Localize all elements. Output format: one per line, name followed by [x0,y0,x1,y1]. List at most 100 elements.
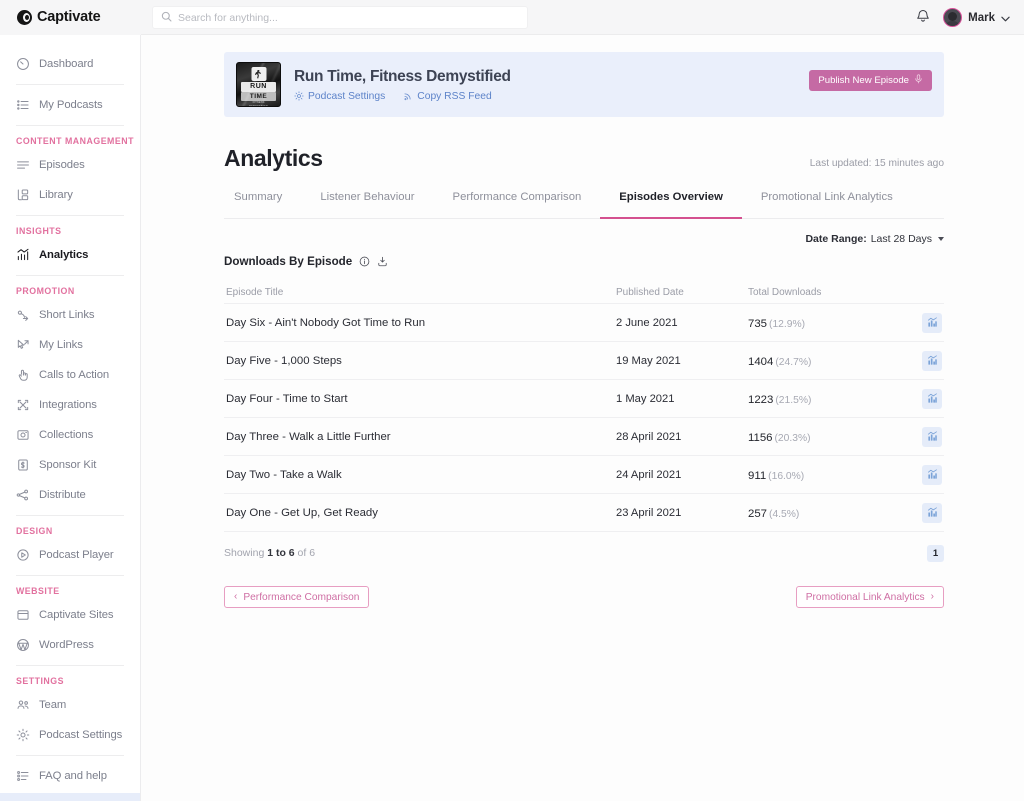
sidebar-item-faq-and-help[interactable]: FAQ and help [0,763,140,788]
tab-episodes-overview[interactable]: Episodes Overview [600,191,742,218]
copy-rss-feed-link[interactable]: Copy RSS Feed [403,91,491,102]
column-header-published-date: Published Date [616,287,748,298]
play-circle-icon [16,548,30,562]
podcast-settings-link[interactable]: Podcast Settings [294,91,385,102]
gear-icon [16,728,30,742]
search-input[interactable]: Search for anything... [152,6,528,29]
integrations-icon [16,398,30,412]
info-icon[interactable] [359,256,370,267]
downloads-count: 1156 [748,432,773,444]
download-export-icon[interactable] [377,256,388,267]
sidebar-item-growth-labs[interactable]: Growth Labs [0,793,140,801]
sidebar-item-dashboard[interactable]: Dashboard [0,51,140,76]
top-bar: Captivate Search for anything... Mark [0,0,1024,35]
bar-chart-icon [16,248,30,262]
downloads-by-episode-table: Episode Title Published Date Total Downl… [224,282,944,570]
sidebar-item-sponsor-kit[interactable]: Sponsor Kit [0,452,140,477]
faq-list-icon [16,769,30,783]
bar-chart-icon [927,431,938,442]
table-row: Day Five - 1,000 Steps19 May 20211404(24… [224,342,944,380]
podcast-title: Run Time, Fitness Demystified [294,68,511,86]
sidebar-item-podcast-player[interactable]: Podcast Player [0,542,140,567]
sidebar-divider [16,575,124,576]
view-episode-chart-button[interactable] [922,503,942,523]
sidebar-item-calls-to-action[interactable]: Calls to Action [0,362,140,387]
chevron-down-icon [938,237,944,241]
downloads-count: 257 [748,508,767,520]
search-placeholder: Search for anything... [178,12,278,24]
downloads-percent: (12.9%) [769,319,805,330]
sidebar-item-distribute[interactable]: Distribute [0,482,140,507]
table-row: Day One - Get Up, Get Ready23 April 2021… [224,494,944,532]
sidebar-item-wordpress[interactable]: WordPress [0,632,140,657]
sidebar-divider [16,755,124,756]
sidebar-item-team[interactable]: Team [0,692,140,717]
sidebar-divider [16,515,124,516]
column-header-total-downloads: Total Downloads [748,287,908,298]
sidebar-item-label: Integrations [39,399,97,411]
chevron-left-icon: ‹ [234,592,237,602]
view-episode-chart-button[interactable] [922,427,942,447]
sidebar-item-library[interactable]: Library [0,182,140,207]
view-episode-chart-button[interactable] [922,465,942,485]
sidebar: DashboardMy PodcastsCONTENT MANAGEMENTEp… [0,35,141,801]
notifications-bell-icon[interactable] [916,8,930,28]
total-downloads-cell: 1223(21.5%) [748,390,908,408]
sidebar-item-label: Analytics [39,249,88,261]
podcast-banner: RUN TIME FITNESS DEMYSTIFIED Run Time, F… [224,52,944,117]
sidebar-item-label: WordPress [39,639,94,651]
page-header: Analytics Last updated: 15 minutes ago [224,145,944,172]
view-episode-chart-button[interactable] [922,313,942,333]
top-bar-right: Mark [916,0,1010,35]
published-date: 28 April 2021 [616,431,748,443]
sidebar-item-integrations[interactable]: Integrations [0,392,140,417]
sidebar-item-label: My Links [39,339,83,351]
sidebar-item-collections[interactable]: Collections [0,422,140,447]
previous-tab-button[interactable]: ‹ Performance Comparison [224,586,369,608]
publish-new-episode-button[interactable]: Publish New Episode [809,70,932,91]
pagination-page-1[interactable]: 1 [927,545,944,562]
sidebar-section-label-promotion: PROMOTION [0,286,140,296]
tab-performance-comparison[interactable]: Performance Comparison [434,191,601,218]
sidebar-item-episodes[interactable]: Episodes [0,152,140,177]
episode-title: Day Three - Walk a Little Further [224,431,616,443]
user-menu[interactable]: Mark [943,8,1010,27]
tab-summary[interactable]: Summary [224,191,301,218]
episode-title: Day Six - Ain't Nobody Got Time to Run [224,317,616,329]
total-downloads-cell: 1404(24.7%) [748,352,908,370]
sidebar-item-captivate-sites[interactable]: Captivate Sites [0,602,140,627]
chevron-right-icon: › [931,592,934,602]
page-title: Analytics [224,145,323,172]
episode-title: Day Four - Time to Start [224,393,616,405]
search-icon [161,9,172,27]
downloads-percent: (16.0%) [768,471,804,482]
column-header-episode-title: Episode Title [224,287,616,298]
app-logo[interactable]: Captivate [0,0,141,35]
last-updated-text: Last updated: 15 minutes ago [810,158,944,169]
date-range-selector[interactable]: Date Range: Last 28 Days [805,233,944,245]
sidebar-item-label: Sponsor Kit [39,459,96,471]
sidebar-item-my-podcasts[interactable]: My Podcasts [0,92,140,117]
sidebar-item-label: FAQ and help [39,770,107,782]
view-episode-chart-button[interactable] [922,351,942,371]
sidebar-item-podcast-settings[interactable]: Podcast Settings [0,722,140,747]
date-range-label: Date Range: [805,233,866,245]
downloads-percent: (4.5%) [769,509,799,520]
next-tab-button[interactable]: Promotional Link Analytics › [796,586,944,608]
previous-tab-label: Performance Comparison [243,592,359,603]
tab-listener-behaviour[interactable]: Listener Behaviour [301,191,433,218]
artwork-line-2: TIME [241,92,276,101]
published-date: 1 May 2021 [616,393,748,405]
window-icon [16,608,30,622]
captivate-logo-icon [17,10,32,25]
tab-promotional-link-analytics[interactable]: Promotional Link Analytics [742,191,912,218]
view-episode-chart-button[interactable] [922,389,942,409]
artwork-line-3: FITNESS DEMYSTIFIED [243,100,274,104]
sidebar-item-short-links[interactable]: Short Links [0,302,140,327]
episode-title: Day Five - 1,000 Steps [224,355,616,367]
total-downloads-cell: 1156(20.3%) [748,428,908,446]
sidebar-section-label-design: DESIGN [0,526,140,536]
sidebar-item-my-links[interactable]: My Links [0,332,140,357]
table-row: Day Three - Walk a Little Further28 Apri… [224,418,944,456]
sidebar-item-analytics[interactable]: Analytics [0,242,140,267]
